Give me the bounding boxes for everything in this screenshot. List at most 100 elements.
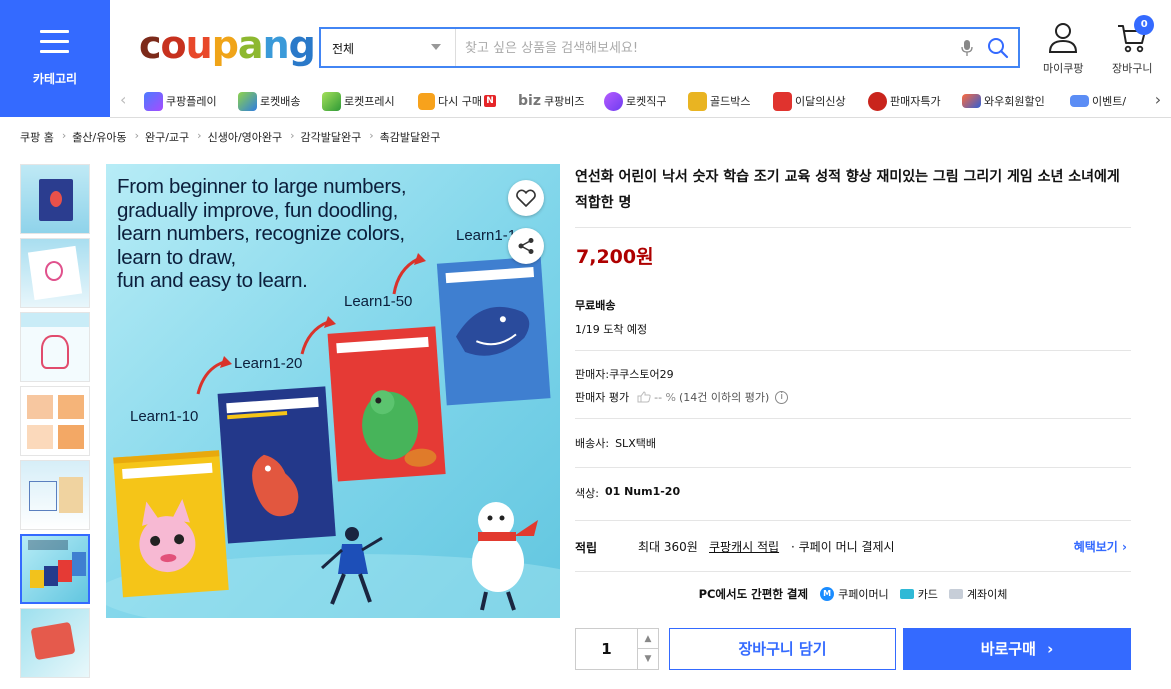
courier-label: 배송사: (575, 437, 610, 450)
cashback-label: 적립 (575, 540, 598, 555)
chevron-left-icon[interactable]: ‹ (120, 92, 134, 108)
wishlist-button[interactable] (508, 180, 544, 216)
chevron-right-icon: › (369, 129, 374, 142)
category-menu-button[interactable]: 카테고리 (0, 0, 110, 117)
product-thumbnail-selected[interactable] (20, 534, 90, 604)
microphone-icon[interactable] (961, 39, 973, 57)
info-icon[interactable]: i (775, 390, 789, 404)
nav-item-rocket-delivery[interactable]: 로켓배송 (238, 91, 300, 111)
product-thumbnail[interactable] (20, 386, 90, 456)
chevron-right-icon: › (1122, 540, 1127, 554)
category-nav-bar: ‹ 쿠팡플레이 로켓배송 로켓프레시 다시 구매 N biz 쿠팡비즈 로켓직구… (110, 84, 1171, 118)
chevron-right-icon: › (197, 129, 202, 142)
learn-label: Learn1-10 (130, 408, 198, 425)
seller-rating-note: (14건 이하의 평가) (679, 391, 770, 404)
buy-now-button[interactable]: 바로구매 › (903, 628, 1131, 670)
learn-label: Learn1-50 (344, 293, 412, 310)
share-icon (518, 238, 534, 254)
card-icon (899, 589, 914, 599)
product-thumbnail[interactable] (20, 164, 90, 234)
my-coupang-label: 마이쿠팡 (1043, 62, 1084, 75)
chevron-right-icon: › (134, 129, 139, 142)
nav-item-coupang-play[interactable]: 쿠팡플레이 (144, 91, 217, 111)
category-label: 카테고리 (32, 72, 78, 86)
nav-item-goldbox[interactable]: 골드박스 (688, 91, 750, 111)
rebuy-icon (418, 92, 435, 110)
biz-icon: biz (518, 93, 541, 109)
divider (575, 418, 1131, 419)
divider (575, 571, 1131, 572)
pay-method: 카드 (917, 588, 938, 601)
search-scope-select[interactable]: 전체 (321, 29, 456, 66)
breadcrumb: 쿠팡 홈 › 출산/유아동 › 완구/교구 › 신생아/영아완구 › 감각발달완… (20, 129, 440, 145)
cart-label: 장바구니 (1112, 62, 1153, 75)
chevron-right-icon: › (61, 129, 67, 142)
learn-label: Learn1-20 (234, 355, 302, 372)
divider (575, 467, 1131, 468)
quantity-increase-button[interactable]: ▲ (638, 629, 658, 649)
search-bar: 전체 (319, 27, 1020, 68)
cashback-row: 적립 최대 360원 쿠팡캐시 적립 · 쿠페이 머니 결제시 혜택보기 › (575, 538, 1131, 556)
rocket-fresh-icon (322, 91, 341, 111)
nav-item-wow-discount[interactable]: 와우회원할인 (962, 91, 1045, 111)
breadcrumb-item[interactable]: 출산/유아동 (72, 129, 126, 145)
product-illustration: Learn1-10 Learn1-20 Learn1-50 Learn1-100 (106, 227, 560, 618)
coupay-money-icon: M (820, 587, 835, 601)
new-badge: N (483, 95, 496, 107)
cart-count-badge: 0 (1134, 15, 1155, 35)
bank-transfer-icon (948, 589, 963, 599)
product-thumbnail[interactable] (20, 312, 90, 382)
product-main-image[interactable]: From beginner to large numbers, graduall… (106, 164, 560, 618)
heart-icon (516, 189, 536, 207)
breadcrumb-item[interactable]: 완구/교구 (145, 129, 189, 145)
quantity-decrease-button[interactable]: ▼ (638, 649, 658, 669)
benefit-link[interactable]: 혜택보기 › (1074, 538, 1127, 555)
easy-payment-row: PC에서도 간편한 결제 M 쿠페이머니 카드 계좌이체 (575, 586, 1131, 602)
arrival-date: 1/19 도착 예정 (575, 323, 648, 336)
nav-item-rebuy[interactable]: 다시 구매 N (418, 91, 496, 111)
search-icon[interactable] (987, 37, 1009, 59)
shipping-label: 무료배송 (575, 299, 616, 312)
pay-method: 계좌이체 (966, 588, 1008, 601)
product-thumbnail[interactable] (20, 238, 90, 308)
nav-item-seller-deal[interactable]: 판매자특가 (868, 91, 941, 111)
breadcrumb-item[interactable]: 신생아/영아완구 (208, 129, 283, 145)
quantity-input[interactable]: 1 (576, 629, 638, 669)
search-scope-value: 전체 (332, 42, 355, 56)
nav-item-rocket-fresh[interactable]: 로켓프레시 (322, 91, 395, 111)
divider (575, 520, 1131, 521)
nav-item-rocket-global[interactable]: 로켓직구 (604, 91, 666, 111)
thumbnail-list (20, 164, 90, 682)
product-info: 연선화 어린이 낙서 숫자 학습 조기 교육 성적 향상 재미있는 그림 그리기… (575, 164, 1131, 602)
chevron-right-icon[interactable]: › (1146, 92, 1170, 108)
pay-method: 쿠페이머니 (838, 588, 889, 601)
thumbs-up-icon (637, 391, 651, 403)
cashback-link[interactable]: 쿠팡캐시 적립 (709, 538, 779, 555)
cart-button[interactable]: 0 장바구니 (1112, 15, 1155, 76)
product-thumbnail[interactable] (20, 460, 90, 530)
breadcrumb-item[interactable]: 쿠팡 홈 (20, 129, 54, 145)
color-option-value[interactable]: 01 Num1-20 (605, 485, 680, 501)
breadcrumb-item[interactable]: 촉감발달완구 (380, 129, 441, 145)
search-input[interactable] (465, 37, 935, 59)
divider (575, 350, 1131, 351)
pay-title: PC에서도 간편한 결제 (698, 587, 809, 601)
breadcrumb-item[interactable]: 감각발달완구 (301, 129, 362, 145)
event-icon (1070, 95, 1089, 107)
product-thumbnail[interactable] (20, 608, 90, 678)
nav-item-coupang-biz[interactable]: biz 쿠팡비즈 (518, 91, 584, 111)
user-icon (1049, 23, 1078, 53)
cashback-note: · 쿠페이 머니 결제시 (791, 540, 895, 554)
nav-item-new-arrivals[interactable]: 이달의신상 (773, 91, 846, 111)
my-coupang-button[interactable]: 마이쿠팡 (1043, 22, 1083, 76)
share-button[interactable] (508, 228, 544, 264)
rocket-delivery-icon (238, 91, 257, 111)
nav-item-event[interactable]: 이벤트/ (1070, 91, 1126, 111)
seller-rating-label: 판매자 평가 (575, 391, 630, 404)
chevron-right-icon: › (290, 129, 295, 142)
coupang-logo[interactable]: coupang (139, 23, 316, 67)
add-to-cart-button[interactable]: 장바구니 담기 (669, 628, 896, 670)
seller-name[interactable]: 판매자:쿠쿠스토어29 (575, 366, 1131, 382)
rocket-global-icon (604, 91, 623, 111)
color-option-label: 색상: (575, 487, 599, 500)
